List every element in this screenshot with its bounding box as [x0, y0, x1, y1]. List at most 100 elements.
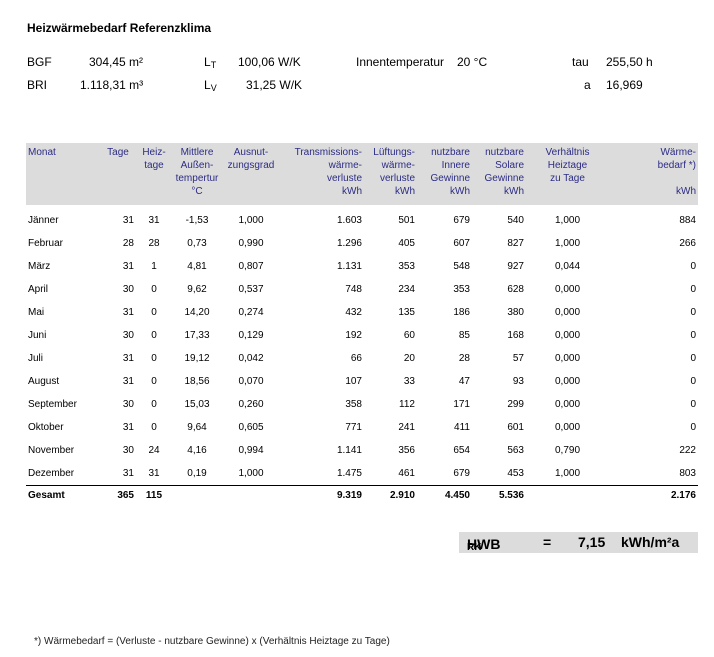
table-cell: 135	[398, 307, 415, 318]
table-cell: 30	[122, 445, 134, 456]
lv-label-main: L	[204, 78, 211, 92]
table-cell: 1,000	[554, 468, 581, 479]
lt-label: LT	[204, 55, 217, 70]
column-header-line: verluste	[379, 173, 415, 184]
table-cell: 112	[399, 399, 415, 410]
table-cell: 1,000	[554, 215, 581, 226]
hwb-label: HWB RK	[467, 534, 500, 553]
table-cell: 241	[398, 422, 415, 433]
lt-label-sub: T	[210, 60, 217, 70]
table-cell: 548	[453, 261, 470, 272]
table-cell: 432	[345, 307, 362, 318]
column-header-line: °C	[191, 186, 203, 197]
table-cell: 85	[458, 330, 470, 341]
column-header-line: verluste	[326, 173, 362, 184]
table-cell: 0	[151, 307, 157, 318]
table-body: Jänner 31 31 -1,53 1,000 1.603 501 679 540 1,000 8…	[26, 205, 698, 505]
table-cell: 14,20	[184, 307, 210, 318]
table-cell: 0,044	[554, 261, 581, 272]
table-cell: 30	[122, 330, 134, 341]
table-cell: 827	[507, 238, 524, 249]
column-header-line: nutzbare	[431, 147, 470, 158]
table-cell: 299	[507, 399, 524, 410]
table-cell: 0,73	[187, 238, 207, 249]
table-cell: 30	[122, 284, 134, 295]
column-header-line: wärme-	[328, 160, 362, 171]
bri-value: 1.118,31 m³	[80, 78, 144, 92]
lt-value: 100,06 W/K	[238, 55, 301, 69]
table-cell: 0	[151, 284, 157, 295]
table-row: Juni 30 0 17,33 0,129 192 60 85 168 0,000 0	[26, 324, 698, 347]
table-cell: 884	[679, 215, 696, 226]
hwb-unit: kWh/m²a	[621, 534, 680, 550]
lv-label: LV	[204, 78, 217, 93]
column-header-line: kWh	[676, 186, 696, 197]
table-row: April 30 0 9,62 0,537 748 234 353 628 0,000 0	[26, 278, 698, 301]
column-header-line: nutzbare	[485, 147, 524, 158]
table-cell: 24	[148, 445, 160, 456]
column-header: Transmissions-wärme-verluste kWh	[280, 143, 364, 205]
table-cell: 0	[690, 307, 696, 318]
table-cell: 353	[453, 284, 470, 295]
column-header-line: Transmissions-	[294, 147, 362, 158]
column-header: Tage	[100, 143, 136, 205]
bri-label: BRI	[27, 78, 48, 92]
table-cell: 20	[403, 353, 415, 364]
table-cell: 33	[403, 376, 415, 387]
table-cell: 0	[151, 422, 157, 433]
table-cell: 0,274	[238, 307, 264, 318]
table-row: Dezember 31 31 0,19 1,000 1.475 461 679 453 1,000…	[26, 462, 698, 486]
table-cell: 0,000	[554, 353, 581, 364]
table-header-row: Monat Tage Heiz-tage Mittlere Außen-tempertu…	[26, 143, 698, 205]
table-cell: 15,03	[184, 399, 210, 410]
table-cell: 18,56	[184, 376, 210, 387]
table-cell: Februar	[28, 238, 64, 249]
innentemperatur-value: 20 °C	[457, 55, 488, 69]
column-header: Ausnut-zungsgrad	[222, 143, 280, 205]
lt-label-main: L	[204, 55, 211, 69]
bgf-label: BGF	[27, 55, 52, 69]
column-header-line: Außen-	[180, 160, 214, 171]
column-header-line: Innere	[441, 160, 470, 171]
table-cell: 186	[453, 307, 470, 318]
table-row: Februar 28 28 0,73 0,990 1.296 405 607 827 1,000 2…	[26, 232, 698, 255]
table-cell: 353	[398, 261, 415, 272]
table-cell: 0	[690, 330, 696, 341]
column-header: Heiz-tage	[136, 143, 172, 205]
table-cell: 9,64	[187, 422, 207, 433]
table-cell: 356	[398, 445, 415, 456]
table-cell: 4,81	[187, 261, 207, 272]
table-cell: 771	[345, 422, 362, 433]
table-cell: 30	[122, 399, 134, 410]
table-cell: Dezember	[28, 468, 75, 479]
column-header-line	[611, 172, 696, 185]
total-cell	[172, 485, 222, 505]
hwb-result-box: HWB RK = 7,15 kWh/m²a	[459, 532, 698, 553]
table-cell: 405	[398, 238, 415, 249]
table-cell: November	[28, 445, 75, 456]
table-cell: 1	[151, 261, 157, 272]
column-header-line: Verhältnis	[545, 147, 590, 158]
column-header: nutzbare Solare Gewinne kWh	[472, 143, 526, 205]
table-cell: 601	[507, 422, 524, 433]
table-cell: 0	[151, 353, 157, 364]
total-cell: 2.176	[609, 485, 698, 505]
total-cell: 115	[136, 485, 172, 505]
column-header-line: kWh	[450, 186, 470, 197]
monthly-heat-table: Monat Tage Heiz-tage Mittlere Außen-tempertu…	[26, 143, 698, 505]
table-cell: 0,070	[238, 376, 264, 387]
column-header-line: Heiztage	[547, 160, 588, 171]
table-cell: 0,990	[238, 238, 264, 249]
table-cell: 66	[350, 353, 362, 364]
innentemperatur-label: Innentemperatur	[356, 55, 445, 69]
column-header-line: tage	[144, 160, 164, 171]
table-cell: Mai	[28, 307, 45, 318]
hwb-equals: =	[543, 534, 552, 550]
table-cell: 927	[507, 261, 524, 272]
table-cell: 31	[122, 422, 134, 433]
column-header: Lüftungs-wärme-verluste kWh	[364, 143, 417, 205]
table-cell: 0,790	[554, 445, 581, 456]
table-cell: 0	[151, 376, 157, 387]
column-header-line: Gewinne	[484, 173, 524, 184]
table-row: Jänner 31 31 -1,53 1,000 1.603 501 679 540 1,000 8…	[26, 209, 698, 232]
